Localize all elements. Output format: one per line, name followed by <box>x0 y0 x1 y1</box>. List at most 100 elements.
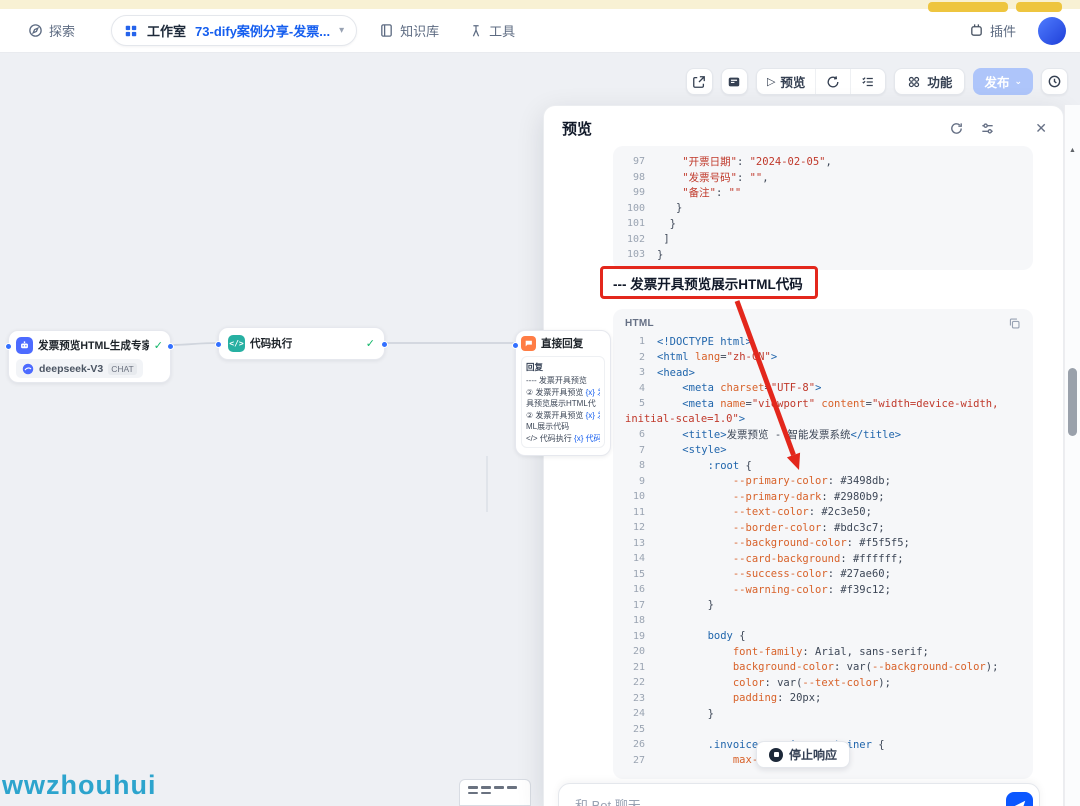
deepseek-icon <box>22 363 34 375</box>
publish-button[interactable]: 发布 ⌄ <box>973 68 1033 95</box>
chevron-down-icon[interactable]: ▾ <box>339 25 344 36</box>
dash <box>507 786 517 789</box>
refresh-icon <box>949 121 964 136</box>
stop-responding-label: 停止响应 <box>789 746 837 763</box>
watermark-text: wwzhouhui <box>2 770 156 801</box>
run-group: ▷ 预览 <box>756 68 886 95</box>
nav-knowledge[interactable]: 知识库 <box>379 21 439 40</box>
node-code-title: 代码执行 <box>250 336 292 351</box>
chat-settings-button[interactable] <box>980 121 995 136</box>
nav-explore[interactable]: 探索 <box>28 21 75 40</box>
version-history-button[interactable] <box>1041 68 1068 95</box>
nav-knowledge-label: 知识库 <box>400 21 439 40</box>
reply-bubble-icon <box>521 336 536 351</box>
features-icon <box>907 75 921 89</box>
dash <box>494 786 504 789</box>
code-icon: </> <box>228 335 245 352</box>
answer-template-lines: ---- 发票开具预览② 发票开具预览 {x} 发票预览HT…具预览展示HTML… <box>526 375 600 444</box>
success-check-icon: ✓ <box>154 339 163 352</box>
top-nav: 探索 工作室 73-dify案例分享-发票... ▾ 知识库 工具 插件 <box>0 9 1080 53</box>
nav-plugins[interactable]: 插件 <box>969 21 1016 40</box>
publish-label: 发布 <box>984 72 1009 91</box>
input-port[interactable] <box>5 343 12 350</box>
annotation-heading: --- 发票开具预览展示HTML代码 <box>613 273 803 293</box>
nav-studio-label[interactable]: 工作室 <box>147 21 186 40</box>
clock-history-icon <box>1047 74 1062 89</box>
answer-content: 回复 ---- 发票开具预览② 发票开具预览 {x} 发票预览HT…具预览展示H… <box>521 356 605 448</box>
breadcrumb-app-name[interactable]: 73-dify案例分享-发票... <box>195 21 330 40</box>
nav-tools[interactable]: 工具 <box>469 21 515 40</box>
run-history-button[interactable] <box>816 69 850 94</box>
dash <box>468 786 478 789</box>
sliders-icon <box>980 121 995 136</box>
node-answer-title: 直接回复 <box>541 336 583 351</box>
banner-button-2[interactable] <box>1016 2 1062 12</box>
caret-down-icon: ⌄ <box>1014 76 1022 87</box>
top-banner <box>0 0 1080 9</box>
nav-plugins-label: 插件 <box>990 21 1016 40</box>
restart-conversation-button[interactable] <box>949 121 964 136</box>
json-code-block: 97 "开票日期": "2024-02-05",98 "发票号码": "",99… <box>613 146 1033 270</box>
paper-plane-icon <box>1013 799 1027 806</box>
grid-icon <box>124 24 138 38</box>
answer-section-label: 回复 <box>526 361 600 373</box>
stop-responding-button[interactable]: 停止响应 <box>756 741 850 768</box>
node-code-execute[interactable]: </> 代码执行 ✓ <box>218 327 385 360</box>
preview-run-label: 预览 <box>780 72 805 91</box>
copy-icon <box>1008 317 1021 330</box>
model-name: deepseek-V3 <box>39 363 103 375</box>
keyboard-icon <box>727 75 741 89</box>
llm-robot-icon <box>16 337 33 354</box>
model-tag: CHAT <box>108 363 137 375</box>
html-code-lines: 1<!DOCTYPE html>2<html lang="zh-CN">3<he… <box>625 334 1021 768</box>
preview-panel-header: 预览 ✕ <box>544 106 1063 151</box>
nav-tools-label: 工具 <box>489 21 515 40</box>
export-icon <box>692 75 706 89</box>
scrollbar-thumb[interactable] <box>1068 368 1077 436</box>
book-icon <box>379 23 394 38</box>
stop-icon <box>769 748 783 762</box>
output-port[interactable] <box>381 341 388 348</box>
output-port[interactable] <box>167 343 174 350</box>
user-avatar[interactable] <box>1038 17 1066 45</box>
studio-breadcrumb[interactable]: 工作室 73-dify案例分享-发票... ▾ <box>111 15 357 46</box>
preview-panel: 预览 ✕ 97 "开票日期": "2024-02-05",98 "发票号码": … <box>543 105 1064 806</box>
app-window: 探索 工作室 73-dify案例分享-发票... ▾ 知识库 工具 插件 <box>0 0 1080 806</box>
chat-input[interactable] <box>575 798 1006 806</box>
preview-panel-title: 预览 <box>562 118 592 139</box>
dash <box>481 786 491 789</box>
copy-code-button[interactable] <box>1008 317 1021 330</box>
checklist-button[interactable] <box>851 69 885 94</box>
features-label: 功能 <box>927 72 952 91</box>
banner-button-1[interactable] <box>928 2 1008 12</box>
dash <box>481 792 491 795</box>
canvas-toolbar: ▷ 预览 功能 发布 ⌄ <box>686 68 1068 95</box>
scroll-up-arrow[interactable]: ▲ <box>1069 147 1076 154</box>
dash <box>468 792 478 795</box>
node-llm[interactable]: 发票预览HTML生成专家 ✓ deepseek-V3 CHAT <box>8 330 171 383</box>
node-direct-answer[interactable]: 直接回复 回复 ---- 发票开具预览② 发票开具预览 {x} 发票预览HT…具… <box>515 330 611 456</box>
env-variables-button[interactable] <box>721 68 748 95</box>
play-icon: ▷ <box>767 75 775 88</box>
export-button[interactable] <box>686 68 713 95</box>
circle-arrow-icon <box>826 75 840 89</box>
html-code-block: HTML 1<!DOCTYPE html>2<html lang="zh-CN"… <box>613 309 1033 779</box>
nav-explore-label: 探索 <box>49 21 75 40</box>
input-port[interactable] <box>512 342 519 349</box>
input-port[interactable] <box>215 341 222 348</box>
json-code-lines: 97 "开票日期": "2024-02-05",98 "发票号码": "",99… <box>625 154 1021 263</box>
tool-icon <box>469 24 483 38</box>
success-check-icon: ✓ <box>366 337 375 350</box>
send-button[interactable] <box>1006 792 1033 806</box>
checklist-icon <box>861 75 875 89</box>
model-selector[interactable]: deepseek-V3 CHAT <box>16 359 143 378</box>
plugin-icon <box>969 23 984 38</box>
bottom-partial-node[interactable] <box>459 779 531 806</box>
close-icon[interactable]: ✕ <box>1035 120 1047 137</box>
node-llm-title: 发票预览HTML生成专家 <box>38 338 149 353</box>
code-language-label: HTML <box>625 318 654 329</box>
page-scrollbar[interactable]: ▲ <box>1064 105 1080 806</box>
features-button[interactable]: 功能 <box>894 68 965 95</box>
preview-run-button[interactable]: ▷ 预览 <box>757 69 815 94</box>
compass-icon <box>28 23 43 38</box>
